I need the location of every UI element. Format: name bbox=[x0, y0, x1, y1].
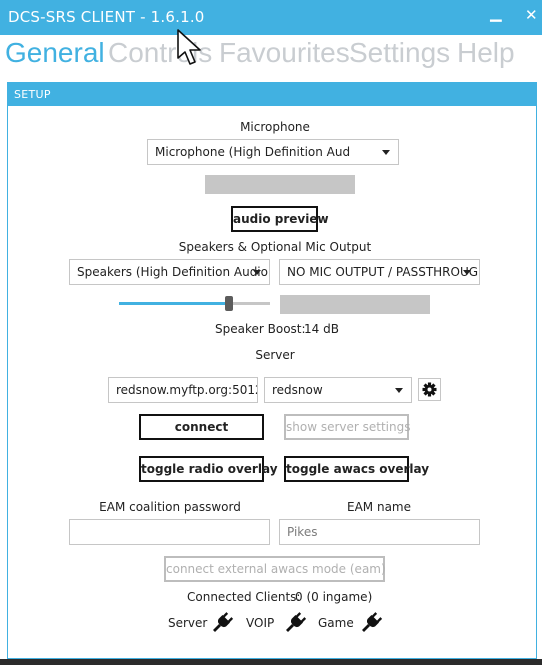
speaker-volume-fill bbox=[119, 302, 225, 305]
chevron-down-icon bbox=[253, 270, 261, 275]
eam-password-input[interactable] bbox=[69, 519, 270, 545]
microphone-level-meter bbox=[205, 175, 355, 194]
server-address-input[interactable]: redsnow.myftp.org:5012 bbox=[108, 377, 258, 403]
chevron-down-icon bbox=[382, 150, 390, 155]
setup-header: SETUP bbox=[8, 83, 536, 106]
window-title: DCS-SRS CLIENT - 1.6.1.0 bbox=[8, 8, 205, 26]
voip-status-label: VOIP bbox=[246, 616, 275, 630]
chevron-down-icon bbox=[463, 270, 471, 275]
speaker-volume-track bbox=[233, 302, 270, 305]
show-server-settings-button[interactable]: show server settings bbox=[284, 414, 410, 440]
chevron-down-icon bbox=[395, 388, 403, 393]
tab-settings[interactable]: Settings bbox=[349, 37, 450, 69]
gear-icon bbox=[422, 382, 437, 397]
title-bar[interactable]: DCS-SRS CLIENT - 1.6.1.0 ▁ ✕ bbox=[0, 0, 542, 35]
mic-output-select-value: NO MIC OUTPUT / PASSTHROUGH bbox=[287, 265, 480, 279]
microphone-label: Microphone bbox=[240, 120, 310, 134]
speaker-boost-value: 14 dB bbox=[304, 322, 339, 336]
speakers-label: Speakers & Optional Mic Output bbox=[178, 240, 372, 254]
audio-preview-button[interactable]: audio preview bbox=[231, 206, 329, 232]
mouse-pointer-icon bbox=[177, 29, 201, 65]
speaker-boost-label: Speaker Boost: bbox=[215, 322, 306, 336]
taskbar-strip bbox=[0, 659, 542, 665]
connected-clients-label: Connected Clients: bbox=[187, 590, 301, 604]
toggle-awacs-overlay-button[interactable]: toggle awacs overlay bbox=[284, 456, 429, 482]
server-label: Server bbox=[255, 348, 295, 362]
speakers-select-value: Speakers (High Definition Audio bbox=[77, 265, 268, 279]
setup-panel: SETUP Microphone Microphone (High Defini… bbox=[7, 82, 537, 659]
tab-bar: General Controls Favourites Settings Hel… bbox=[0, 35, 542, 79]
speaker-volume-thumb[interactable] bbox=[225, 296, 233, 311]
speakers-select[interactable]: Speakers (High Definition Audio bbox=[69, 259, 270, 285]
minimize-button[interactable]: ▁ bbox=[490, 4, 502, 22]
server-status-label: Server bbox=[168, 616, 208, 630]
server-favourite-select[interactable]: redsnow bbox=[264, 377, 412, 403]
game-status-label: Game bbox=[318, 616, 354, 630]
connect-eam-button[interactable]: connect external awacs mode (eam) bbox=[164, 556, 386, 582]
speaker-volume-slider[interactable] bbox=[119, 295, 270, 312]
game-disconnected-plug-icon bbox=[362, 612, 383, 632]
eam-name-input[interactable]: Pikes bbox=[279, 519, 480, 545]
server-favourite-select-value: redsnow bbox=[272, 383, 323, 397]
toggle-radio-overlay-button[interactable]: toggle radio overlay bbox=[139, 456, 278, 482]
speaker-level-meter bbox=[280, 295, 430, 314]
microphone-select-value: Microphone (High Definition Aud bbox=[155, 145, 351, 159]
eam-name-label: EAM name bbox=[347, 500, 411, 514]
connected-clients-value: 0 (0 ingame) bbox=[295, 590, 373, 604]
tab-general[interactable]: General bbox=[5, 37, 105, 69]
server-settings-gear-button[interactable] bbox=[418, 378, 441, 401]
eam-password-label: EAM coalition password bbox=[99, 500, 241, 514]
microphone-select[interactable]: Microphone (High Definition Aud bbox=[147, 139, 399, 165]
voip-disconnected-plug-icon bbox=[286, 612, 307, 632]
tab-favourites[interactable]: Favourites bbox=[219, 37, 350, 69]
close-button[interactable]: ✕ bbox=[525, 6, 538, 24]
connect-button[interactable]: connect bbox=[139, 414, 264, 440]
server-disconnected-plug-icon bbox=[213, 612, 234, 632]
mic-output-select[interactable]: NO MIC OUTPUT / PASSTHROUGH bbox=[279, 259, 480, 285]
tab-help[interactable]: Help bbox=[457, 37, 515, 69]
